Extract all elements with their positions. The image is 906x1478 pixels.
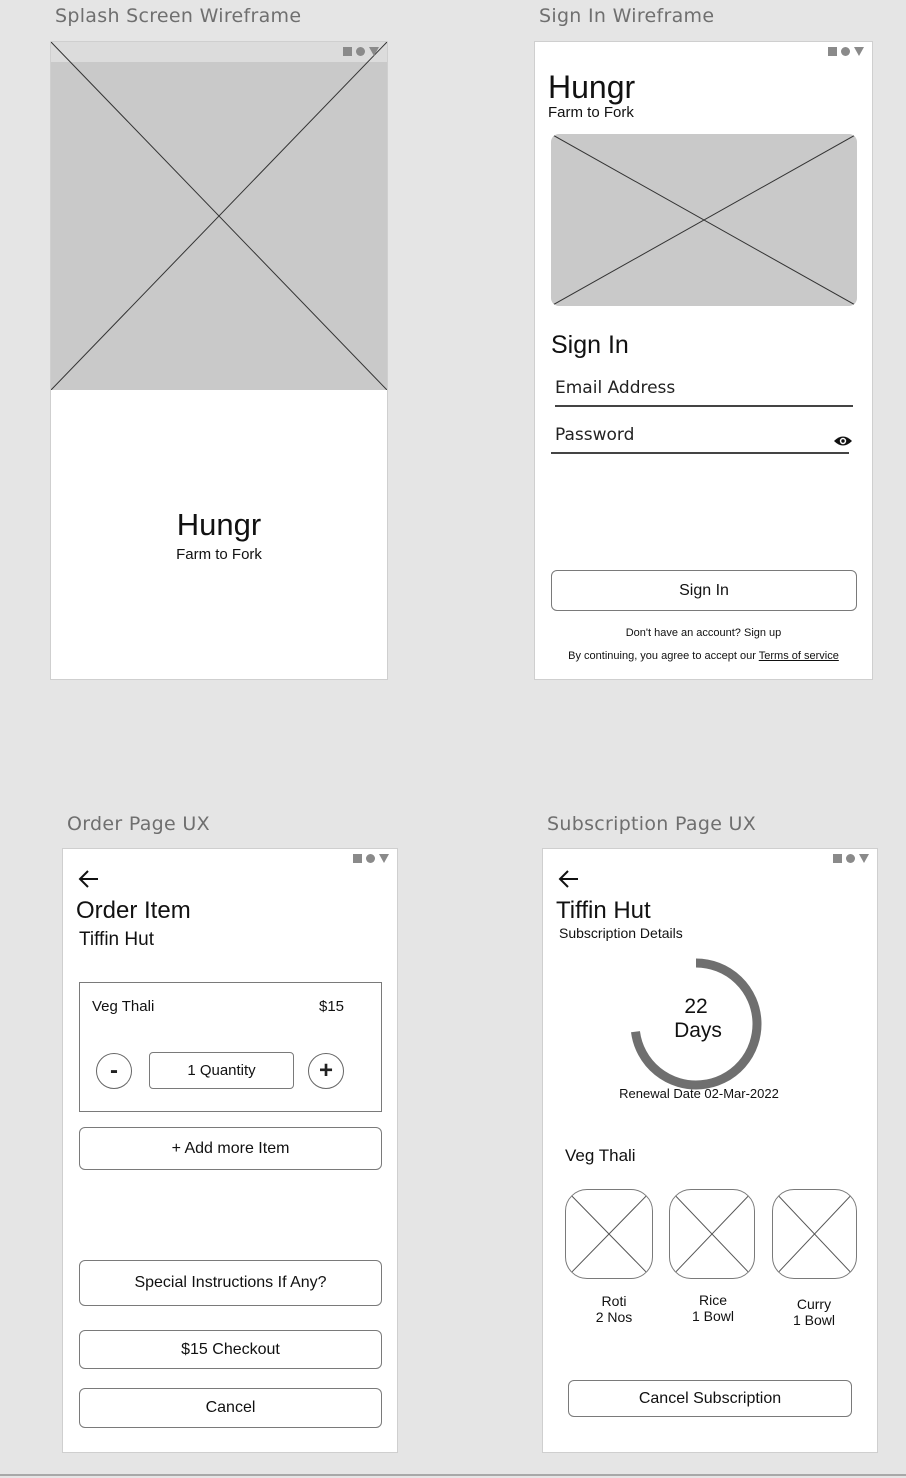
password-field[interactable]: Password <box>555 425 634 445</box>
email-underline <box>555 405 853 407</box>
meal-item-roti: Roti 2 Nos <box>569 1293 659 1325</box>
signin-button[interactable]: Sign In <box>551 570 857 611</box>
terms-link[interactable]: Terms of service <box>759 650 839 662</box>
special-instructions-button[interactable]: Special Instructions If Any? <box>79 1260 382 1306</box>
days-count: 22 <box>684 995 708 1018</box>
splash-frame: Hungr Farm to Fork <box>50 41 388 680</box>
board-title-splash: Splash Screen Wireframe <box>55 5 302 27</box>
meal-item-name: Curry <box>796 1296 832 1312</box>
signin-heading: Sign In <box>551 331 629 359</box>
battery-icon <box>369 47 379 56</box>
board-title-order: Order Page UX <box>67 813 210 835</box>
board-title-signin: Sign In Wireframe <box>539 5 715 27</box>
status-bar-icons <box>833 854 869 863</box>
signal-icon <box>343 47 352 56</box>
add-more-item-button[interactable]: + Add more Item <box>79 1127 382 1170</box>
meal-item-name: Rice <box>698 1292 727 1308</box>
eye-icon[interactable] <box>833 434 853 448</box>
placeholder-cross-icon <box>773 1190 856 1278</box>
item-name: Veg Thali <box>92 998 155 1015</box>
signin-image-placeholder <box>551 134 857 306</box>
restaurant-name: Tiffin Hut <box>556 897 651 924</box>
back-arrow-icon[interactable] <box>558 869 580 889</box>
decrease-quantity-button[interactable]: - <box>96 1053 132 1089</box>
status-bar-icons <box>828 47 864 56</box>
meal-item-curry: Curry 1 Bowl <box>769 1296 859 1328</box>
meal-item-qty: 1 Bowl <box>792 1312 836 1328</box>
signal-icon <box>833 854 842 863</box>
placeholder-cross-icon <box>670 1190 754 1278</box>
signup-link[interactable]: Don't have an account? Sign up <box>535 627 872 639</box>
battery-icon <box>859 854 869 863</box>
signin-frame: Hungr Farm to Fork Sign In Email Address… <box>534 41 873 680</box>
wifi-icon <box>366 854 375 863</box>
meal-item-rice: Rice 1 Bowl <box>668 1292 758 1324</box>
order-frame: Order Item Tiffin Hut Veg Thali $15 - 1 … <box>62 848 398 1453</box>
battery-icon <box>379 854 389 863</box>
app-tagline: Farm to Fork <box>548 104 634 121</box>
cancel-subscription-button[interactable]: Cancel Subscription <box>568 1380 852 1417</box>
item-price: $15 <box>319 998 345 1015</box>
order-item-card: Veg Thali $15 - 1 Quantity + <box>79 982 382 1112</box>
placeholder-cross-icon <box>51 42 387 390</box>
cancel-button[interactable]: Cancel <box>79 1388 382 1428</box>
status-bar-icons <box>343 47 379 56</box>
renewal-date: Renewal Date 02-Mar-2022 <box>619 1086 779 1101</box>
splash-image-placeholder <box>51 42 387 390</box>
restaurant-name: Tiffin Hut <box>79 929 154 950</box>
signal-icon <box>353 854 362 863</box>
wifi-icon <box>846 854 855 863</box>
app-name: Hungr <box>176 507 262 542</box>
subscription-frame: Tiffin Hut Subscription Details 22 Days … <box>542 848 878 1453</box>
app-name: Hungr <box>548 69 636 105</box>
quantity-field[interactable]: 1 Quantity <box>149 1052 294 1089</box>
subscription-subtitle: Subscription Details <box>559 925 683 941</box>
email-field[interactable]: Email Address <box>555 378 675 398</box>
back-arrow-icon[interactable] <box>78 869 100 889</box>
battery-icon <box>854 47 864 56</box>
terms-prefix: By continuing, you agree to accept our <box>568 650 759 662</box>
status-bar-icons <box>353 854 389 863</box>
plan-name: Veg Thali <box>565 1146 636 1165</box>
page-title: Order Item <box>76 897 191 924</box>
days-unit: Days <box>674 1019 722 1042</box>
meal-item-name: Roti <box>601 1293 627 1309</box>
page-bottom-divider <box>0 1474 906 1476</box>
signal-icon <box>828 47 837 56</box>
placeholder-cross-icon <box>551 134 857 306</box>
meal-item-qty: 2 Nos <box>595 1309 633 1325</box>
meal-item-image-rice <box>669 1189 755 1279</box>
increase-quantity-button[interactable]: + <box>308 1053 344 1089</box>
board-title-subscription: Subscription Page UX <box>547 813 757 835</box>
terms-text: By continuing, you agree to accept our T… <box>535 650 872 662</box>
wifi-icon <box>356 47 365 56</box>
checkout-button[interactable]: $15 Checkout <box>79 1330 382 1369</box>
meal-item-image-curry <box>772 1189 857 1279</box>
meal-item-image-roti <box>565 1189 653 1279</box>
app-tagline: Farm to Fork <box>176 546 262 563</box>
password-underline <box>551 452 849 454</box>
placeholder-cross-icon <box>566 1190 652 1278</box>
wifi-icon <box>841 47 850 56</box>
meal-item-qty: 1 Bowl <box>691 1308 735 1324</box>
